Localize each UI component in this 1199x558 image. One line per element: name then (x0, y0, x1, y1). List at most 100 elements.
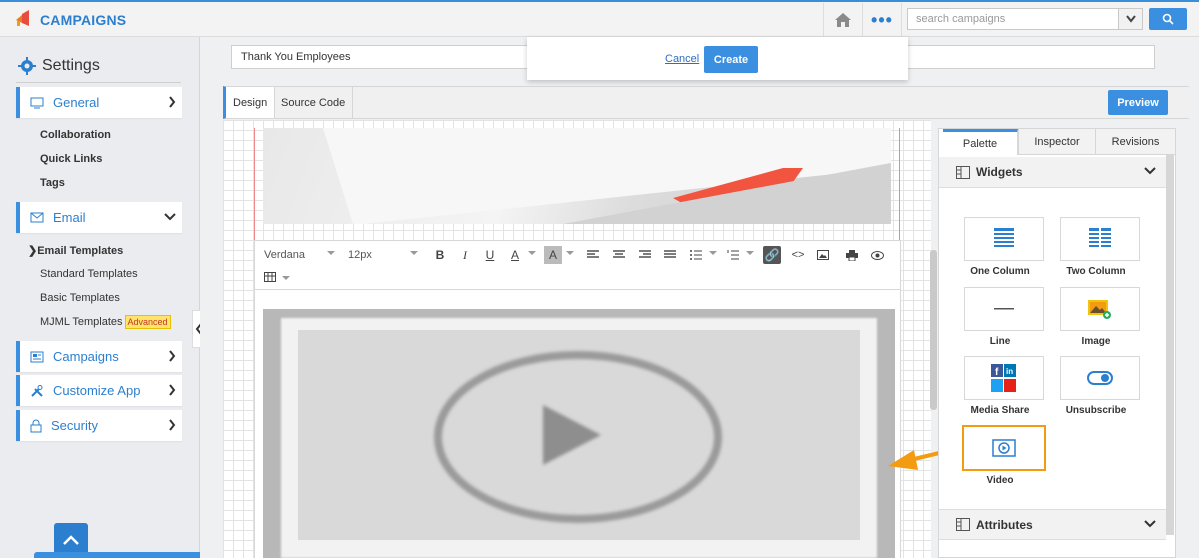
attributes-section-header[interactable]: Attributes (939, 509, 1166, 540)
lock-icon (30, 419, 42, 432)
sidebar-item-general[interactable]: General (16, 87, 182, 118)
align-center-icon[interactable] (610, 246, 628, 264)
align-left-icon[interactable] (584, 246, 602, 264)
widget-image[interactable] (1060, 287, 1140, 331)
sidebar-subitem-email-templates[interactable]: ❯Email Templates (28, 244, 123, 257)
brand[interactable]: CAMPAIGNS (14, 9, 126, 30)
eye-icon[interactable] (868, 246, 886, 264)
align-justify-icon[interactable] (661, 246, 679, 264)
guide-line (899, 128, 900, 240)
envelope-icon (30, 212, 44, 223)
guide-line (254, 128, 255, 240)
sidebar-item-customize-app[interactable]: Customize App (16, 375, 182, 406)
search-button[interactable] (1149, 8, 1187, 30)
caret-down-icon (282, 276, 290, 280)
tab-palette[interactable]: Palette (943, 129, 1018, 155)
cancel-link[interactable]: Cancel (665, 53, 699, 65)
caret-down-icon (746, 251, 754, 255)
app-title: CAMPAIGNS (40, 11, 127, 28)
sidebar-item-security[interactable]: Security (16, 410, 182, 441)
banner-image[interactable] (263, 128, 891, 224)
create-button[interactable]: Create (704, 46, 758, 73)
widget-line[interactable] (964, 287, 1044, 331)
social-media-icon: f in (991, 364, 1016, 392)
widget-media-share[interactable]: f in (964, 356, 1044, 400)
widgets-heading: Widgets (976, 165, 1023, 179)
settings-heading: Settings (18, 57, 100, 75)
sidebar-item-label: Customize App (53, 383, 141, 398)
bullet-list-icon[interactable] (687, 246, 705, 264)
widget-video[interactable] (962, 425, 1046, 471)
caret-down-icon (410, 251, 418, 255)
monitor-icon (30, 97, 44, 108)
highlight-color-icon[interactable]: A (544, 246, 562, 264)
chevron-right-icon (169, 96, 176, 108)
search-dropdown[interactable] (1119, 8, 1143, 30)
text-color-icon[interactable]: A (506, 246, 524, 264)
numbered-list-icon[interactable] (724, 246, 742, 264)
sidebar-subitem-tags[interactable]: Tags (40, 177, 65, 189)
video-placeholder[interactable] (298, 330, 860, 540)
svg-text:in: in (1006, 367, 1013, 376)
print-icon[interactable] (843, 246, 861, 264)
more-dots-icon: ••• (871, 9, 893, 30)
canvas-scrollbar[interactable] (930, 250, 937, 410)
sidebar-item-label: General (53, 95, 100, 110)
panel-scrollbar[interactable] (1166, 155, 1174, 535)
tab-revisions[interactable]: Revisions (1096, 129, 1176, 155)
columns-icon (956, 165, 970, 179)
bold-icon[interactable]: B (431, 246, 449, 264)
font-size-select[interactable]: 12px (348, 249, 372, 261)
sidebar-subitem-standard-templates[interactable]: Standard Templates (40, 268, 138, 280)
widgets-section-header[interactable]: Widgets (939, 157, 1166, 188)
widget-label: Media Share (970, 405, 1030, 416)
search-input[interactable]: search campaigns (907, 8, 1119, 30)
image-icon[interactable] (814, 246, 832, 264)
home-icon (834, 13, 851, 27)
chevron-right-icon (169, 350, 176, 362)
sidebar-subitem-collaboration[interactable]: Collaboration (40, 129, 111, 141)
text-editor-toolbar: Verdana 12px B I U A A 🔗 <> (254, 240, 901, 290)
divider (16, 82, 181, 83)
preview-button[interactable]: Preview (1108, 90, 1168, 115)
more-options-button[interactable]: ••• (862, 3, 902, 37)
columns-icon (956, 518, 970, 531)
image-add-icon (1088, 300, 1111, 319)
font-family-select[interactable]: Verdana (264, 249, 305, 261)
underline-icon[interactable]: U (481, 246, 499, 264)
widget-two-column[interactable] (1060, 217, 1140, 261)
sidebar-item-email[interactable]: Email (16, 202, 182, 233)
widget-label: Video (986, 475, 1014, 486)
one-column-icon (994, 228, 1014, 247)
two-column-icon (1089, 228, 1111, 247)
attributes-heading: Attributes (976, 517, 1033, 532)
top-bar: CAMPAIGNS ••• search campaigns (0, 0, 1199, 37)
mjml-label: MJML Templates (40, 315, 123, 328)
widget-unsubscribe[interactable] (1060, 356, 1140, 400)
email-templates-label: Email Templates (37, 245, 124, 257)
tab-design[interactable]: Design (226, 87, 276, 118)
chevron-down-icon (1125, 15, 1136, 23)
video-play-icon (434, 351, 722, 523)
chevron-right-icon (169, 419, 176, 431)
campaign-icon (30, 351, 44, 362)
table-icon[interactable] (261, 268, 279, 286)
tab-source-code[interactable]: Source Code (274, 87, 354, 118)
chevron-right-icon (169, 384, 176, 396)
chevron-down-icon (1144, 167, 1156, 175)
align-right-icon[interactable] (636, 246, 654, 264)
chevron-down-icon: ❯ (28, 245, 38, 257)
line-icon (994, 308, 1014, 310)
sidebar-item-label: Email (53, 210, 86, 225)
tab-inspector[interactable]: Inspector (1018, 129, 1096, 155)
widget-one-column[interactable] (964, 217, 1044, 261)
sidebar-subitem-mjml-templates[interactable]: MJML Templates Advanced (40, 315, 171, 329)
sidebar-subitem-basic-templates[interactable]: Basic Templates (40, 292, 120, 304)
code-icon[interactable]: <> (789, 246, 807, 264)
megaphone-icon (14, 9, 34, 30)
sidebar-subitem-quick-links[interactable]: Quick Links (40, 153, 102, 165)
link-icon[interactable]: 🔗 (763, 246, 781, 264)
italic-icon[interactable]: I (456, 246, 474, 264)
sidebar-item-campaigns[interactable]: Campaigns (16, 341, 182, 372)
home-button[interactable] (823, 3, 861, 37)
